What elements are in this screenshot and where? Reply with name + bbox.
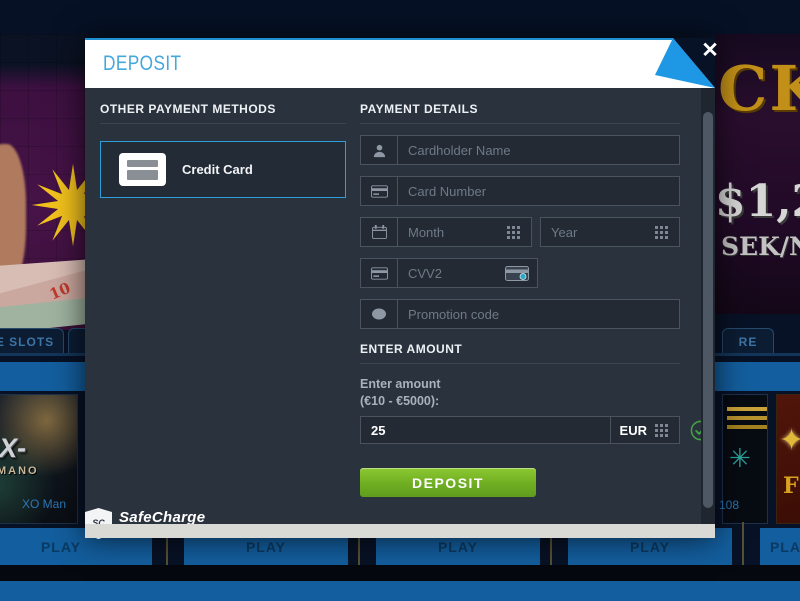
divider xyxy=(360,123,680,124)
month-field xyxy=(360,217,532,247)
year-field xyxy=(540,217,680,247)
credit-card-label: Credit Card xyxy=(182,162,253,177)
payment-details-panel: PAYMENT DETAILS xyxy=(360,102,680,497)
currency-cell[interactable]: EUR xyxy=(610,417,679,443)
card-icon xyxy=(361,177,398,205)
amount-row: EUR xyxy=(360,416,680,444)
modal-vertical-scrollbar[interactable] xyxy=(701,88,715,524)
divider xyxy=(360,363,680,364)
promotion-code-input[interactable] xyxy=(398,300,679,328)
payment-methods-panel: OTHER PAYMENT METHODS Credit Card xyxy=(100,102,346,198)
promo-banner-right: CKA $1,25 SEK/N xyxy=(715,34,800,314)
game-thumbnail-right-2[interactable]: ✦ F xyxy=(776,394,800,524)
game-caption-right: 108 xyxy=(719,498,739,512)
jackpot-text-partial: CKA xyxy=(718,52,800,125)
modal-title: DEPOSIT xyxy=(103,52,181,76)
deposit-modal: DEPOSIT ✕ OTHER PAYMENT METHODS Credit C… xyxy=(85,38,715,538)
credit-card-icon xyxy=(119,153,166,186)
user-icon xyxy=(361,136,398,164)
game-title-partial: F xyxy=(783,473,799,499)
amount-field: EUR xyxy=(360,416,680,444)
card-number-field xyxy=(360,176,680,206)
modal-header: DEPOSIT xyxy=(85,38,715,88)
scrollbar-thumb[interactable] xyxy=(703,112,713,508)
site-top-bar xyxy=(0,0,800,34)
amount-input[interactable] xyxy=(361,417,610,443)
card-icon xyxy=(361,259,398,287)
payment-method-credit-card[interactable]: Credit Card xyxy=(100,141,346,198)
divider xyxy=(100,123,346,124)
game-logo-text: X- xyxy=(0,433,26,464)
banknotes-art: 10 xyxy=(0,249,85,330)
site-footer-bar xyxy=(0,581,800,601)
promotion-code-field xyxy=(360,299,680,329)
enter-amount-heading: ENTER AMOUNT xyxy=(360,342,680,356)
tab-free-slots[interactable]: E SLOTS xyxy=(0,328,64,354)
game-logo-subtext: MANO xyxy=(0,465,39,477)
payment-methods-heading: OTHER PAYMENT METHODS xyxy=(100,102,346,116)
currency-label: EUR xyxy=(620,423,647,438)
modal-horizontal-scrollbar[interactable] xyxy=(85,524,715,538)
snowflake-icon: ✳ xyxy=(729,443,751,474)
play-button-5[interactable]: PLAY xyxy=(760,528,800,565)
currency-picker-grid-icon[interactable] xyxy=(655,424,670,437)
cvv2-field xyxy=(360,258,538,288)
calendar-icon xyxy=(361,218,398,246)
starburst-icon xyxy=(30,162,85,248)
amount-label: Enter amount (€10 - €5000): xyxy=(360,376,680,410)
year-input[interactable] xyxy=(541,218,655,246)
card-number-input[interactable] xyxy=(398,177,679,205)
modal-body: OTHER PAYMENT METHODS Credit Card PAYMEN… xyxy=(85,88,715,524)
tab-more[interactable]: RE xyxy=(722,328,774,354)
prize-amount-partial: $1,25 xyxy=(715,176,800,227)
cardholder-input[interactable] xyxy=(398,136,679,164)
page: 10 CKA $1,25 SEK/N E SLOTS RE X- MANO XO… xyxy=(0,0,800,601)
lower-dark-band xyxy=(0,565,800,581)
gold-star-icon: ✦ xyxy=(779,423,800,458)
payment-details-heading: PAYMENT DETAILS xyxy=(360,102,680,116)
cvv2-input[interactable] xyxy=(398,259,505,287)
month-picker-grid-icon[interactable] xyxy=(507,218,531,246)
deposit-submit-button[interactable]: DEPOSIT xyxy=(360,468,536,497)
year-picker-grid-icon[interactable] xyxy=(655,218,679,246)
gold-stripes-art xyxy=(727,407,768,411)
month-input[interactable] xyxy=(398,218,507,246)
game-caption-left: XO Man xyxy=(22,497,66,511)
prize-currency-partial: SEK/N xyxy=(721,232,800,261)
promo-banner-left: 10 xyxy=(0,34,85,330)
cvv-location-icon xyxy=(505,259,537,287)
close-icon[interactable]: ✕ xyxy=(697,38,723,64)
promo-dot-icon xyxy=(361,300,398,328)
cardholder-field xyxy=(360,135,680,165)
